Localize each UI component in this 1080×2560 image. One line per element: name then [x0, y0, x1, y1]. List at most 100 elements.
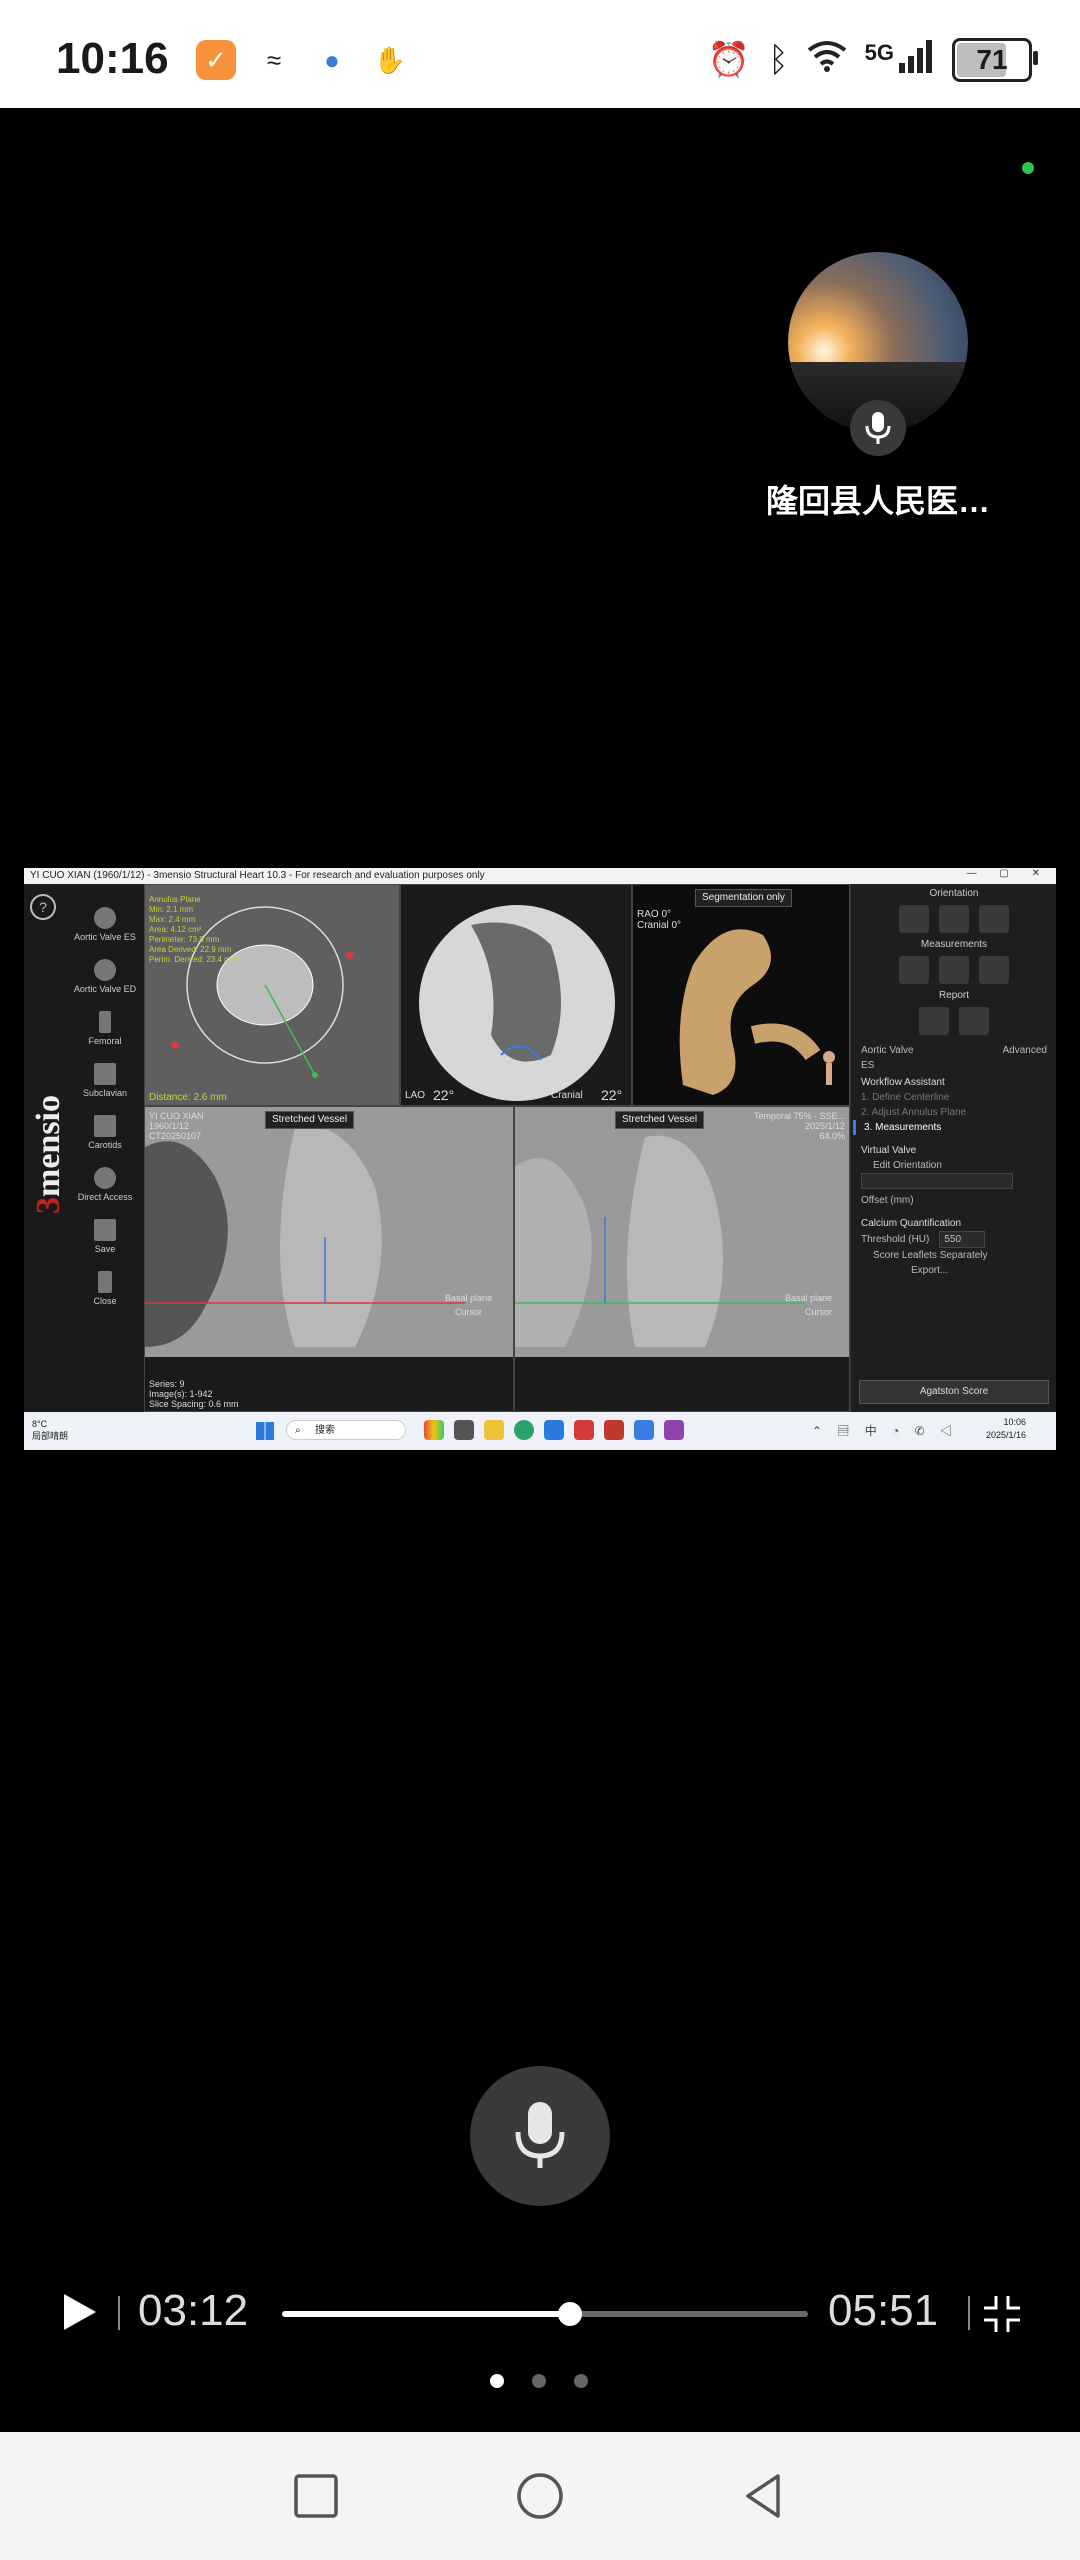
current-time: 03:12 [138, 2286, 249, 2335]
meeting-app-icon[interactable] [634, 1420, 654, 1440]
weather-widget[interactable]: 8°C 局部晴朗 [32, 1418, 68, 1442]
viewport-annulus[interactable]: Annulus Plane Min: 2.1 mm Max: 2.4 mm Ar… [144, 884, 400, 1106]
snapshot-button[interactable] [919, 1007, 949, 1035]
wps-icon[interactable] [574, 1420, 594, 1440]
edit-orientation-button[interactable]: Edit Orientation [851, 1158, 1056, 1173]
battery-indicator: 71 [952, 38, 1038, 82]
report-heading: Report [938, 990, 969, 1001]
taskbar-search[interactable]: ⌕ 搜索 [286, 1420, 406, 1440]
valve-label: Aortic Valve ES [861, 1045, 914, 1071]
battery-level: 71 [976, 44, 1008, 75]
system-tray-icons[interactable]: ⌃ ▤ 中 ◔ ✆ ◁ [812, 1422, 958, 1439]
notification-app-icon: ✓ [196, 40, 236, 80]
system-status-icons: ⏰ ᛒ 5G 71 [708, 38, 1038, 82]
agatston-score-button[interactable]: Agatston Score [859, 1380, 1049, 1404]
measure-line-button[interactable] [899, 956, 929, 984]
vp-br-info: Temporal 75% - SSE... 2025/1/12 64.0% [753, 1111, 845, 1141]
page-dot[interactable] [532, 2374, 546, 2388]
orientation-button-1[interactable] [899, 905, 929, 933]
home-icon[interactable] [516, 2472, 564, 2520]
cursor-label-2: Cursor [805, 1307, 833, 1317]
online-status-dot [1022, 162, 1034, 174]
close-door-icon [98, 1271, 112, 1293]
status-bar: 10:16 ✓ ≈ ● ✋ ⏰ ᛒ 5G 71 [0, 0, 1080, 108]
rail-item-femoral[interactable]: Femoral [68, 994, 142, 1046]
3d-aorta-model [679, 929, 835, 1095]
valve-icon [94, 907, 116, 929]
participant-mic-icon [850, 400, 906, 456]
task-view-icon[interactable] [454, 1420, 474, 1440]
viewport-3d-model[interactable]: Segmentation only RAO 0° Cranial 0° [632, 884, 850, 1106]
recent-apps-icon[interactable] [292, 2472, 340, 2520]
workflow-step-1[interactable]: 1. Define Centerline [851, 1090, 1056, 1105]
seek-bar-progress [282, 2311, 570, 2317]
rail-item-aortic-es[interactable]: Aortic Valve ES [68, 890, 142, 942]
virtual-valve-heading: Virtual Valve [861, 1145, 917, 1156]
blue-app-icon: ● [324, 44, 340, 75]
score-leaflets-checkbox[interactable]: Score Leaflets Separately [851, 1248, 1056, 1263]
back-icon[interactable] [740, 2472, 788, 2520]
pdf-app-icon[interactable] [604, 1420, 624, 1440]
rail-item-close[interactable]: Close [68, 1254, 142, 1306]
taskbar-clock[interactable]: 10:06 2025/1/16 [986, 1416, 1026, 1442]
viewport-angiography[interactable]: LAO 22° Cranial 22° [400, 884, 632, 1106]
workflow-step-2[interactable]: 2. Adjust Annulus Plane [851, 1105, 1056, 1120]
exit-fullscreen-icon[interactable] [980, 2292, 1024, 2336]
rail-item-carotids[interactable]: Carotids [68, 1098, 142, 1150]
edge-icon[interactable] [514, 1420, 534, 1440]
vp-tc-lao: LAO [405, 1090, 426, 1101]
notification-icons: ✓ ≈ ● ✋ [196, 40, 410, 80]
microphone-button[interactable] [470, 2066, 610, 2206]
weather-desc: 局部晴朗 [32, 1431, 69, 1441]
stretched-vessel-image-1 [145, 1107, 513, 1357]
shared-screen[interactable]: YI CUO XIAN (1960/1/12) - 3mensio Struct… [24, 868, 1056, 1450]
valve-select[interactable] [861, 1173, 1013, 1189]
page-dot[interactable] [490, 2374, 504, 2388]
purple-app-icon[interactable] [664, 1420, 684, 1440]
seek-bar-thumb[interactable] [557, 2302, 582, 2326]
measure-angle-button[interactable] [939, 956, 969, 984]
vp-tl-footer: Distance: 2.6 mm [149, 1092, 227, 1103]
vp-tc-angle2: 22° [601, 1087, 623, 1103]
navigation-bar [0, 2432, 1080, 2560]
search-icon: ⌕ [295, 1425, 301, 1436]
help-icon[interactable]: ? [30, 894, 56, 920]
right-control-panel: Orientation Measurements Report Aortic V… [850, 884, 1056, 1412]
rail-item-direct-access[interactable]: Direct Access [68, 1150, 142, 1202]
workflow-step-3[interactable]: 3. Measurements [853, 1120, 1056, 1135]
rail-item-subclavian[interactable]: Subclavian [68, 1046, 142, 1098]
rail-item-save[interactable]: Save [68, 1202, 142, 1254]
cursor-label-1: Cursor [455, 1307, 483, 1317]
orientation-button-2[interactable] [939, 905, 969, 933]
play-icon[interactable] [58, 2290, 100, 2334]
clock-time: 10:06 [1003, 1417, 1026, 1427]
report-button[interactable] [959, 1007, 989, 1035]
export-button[interactable]: Export... [851, 1263, 1056, 1278]
orientation-button-3[interactable] [979, 905, 1009, 933]
file-explorer-icon[interactable] [484, 1420, 504, 1440]
femoral-icon [99, 1011, 111, 1033]
colorful-app-icon[interactable] [424, 1420, 444, 1440]
page-indicator [490, 2374, 588, 2388]
separator [968, 2296, 970, 2330]
stretched-vessel-dropdown-2[interactable]: Stretched Vessel [615, 1111, 705, 1129]
threshold-input[interactable]: 550 [939, 1231, 986, 1248]
patient-info: YI CUO XIAN 1960/1/12 CT20250107 [149, 1111, 204, 1141]
viewport-stretched-vessel-2[interactable]: Stretched Vessel Temporal 75% - SSE... 2… [514, 1106, 850, 1412]
threshold-label: Threshold (HU) [861, 1234, 930, 1245]
seek-bar[interactable] [282, 2311, 808, 2317]
status-time: 10:16 [56, 34, 169, 83]
feather-app-icon: ≈ [266, 44, 282, 75]
measure-area-button[interactable] [979, 956, 1009, 984]
advanced-link[interactable]: Advanced [993, 1043, 1047, 1073]
stretched-vessel-image-2 [515, 1107, 849, 1357]
stretched-vessel-dropdown-1[interactable]: Stretched Vessel [265, 1111, 355, 1129]
store-icon[interactable] [544, 1420, 564, 1440]
viewport-stretched-vessel-1[interactable]: Stretched Vessel YI CUO XIAN 1960/1/12 C… [144, 1106, 514, 1412]
page-dot[interactable] [574, 2374, 588, 2388]
signal-icon [898, 39, 934, 82]
start-icon[interactable] [256, 1422, 274, 1440]
valve-icon [94, 959, 116, 981]
vp-tc-cranial: Cranial [551, 1090, 583, 1101]
rail-item-aortic-ed[interactable]: Aortic Valve ED [68, 942, 142, 994]
